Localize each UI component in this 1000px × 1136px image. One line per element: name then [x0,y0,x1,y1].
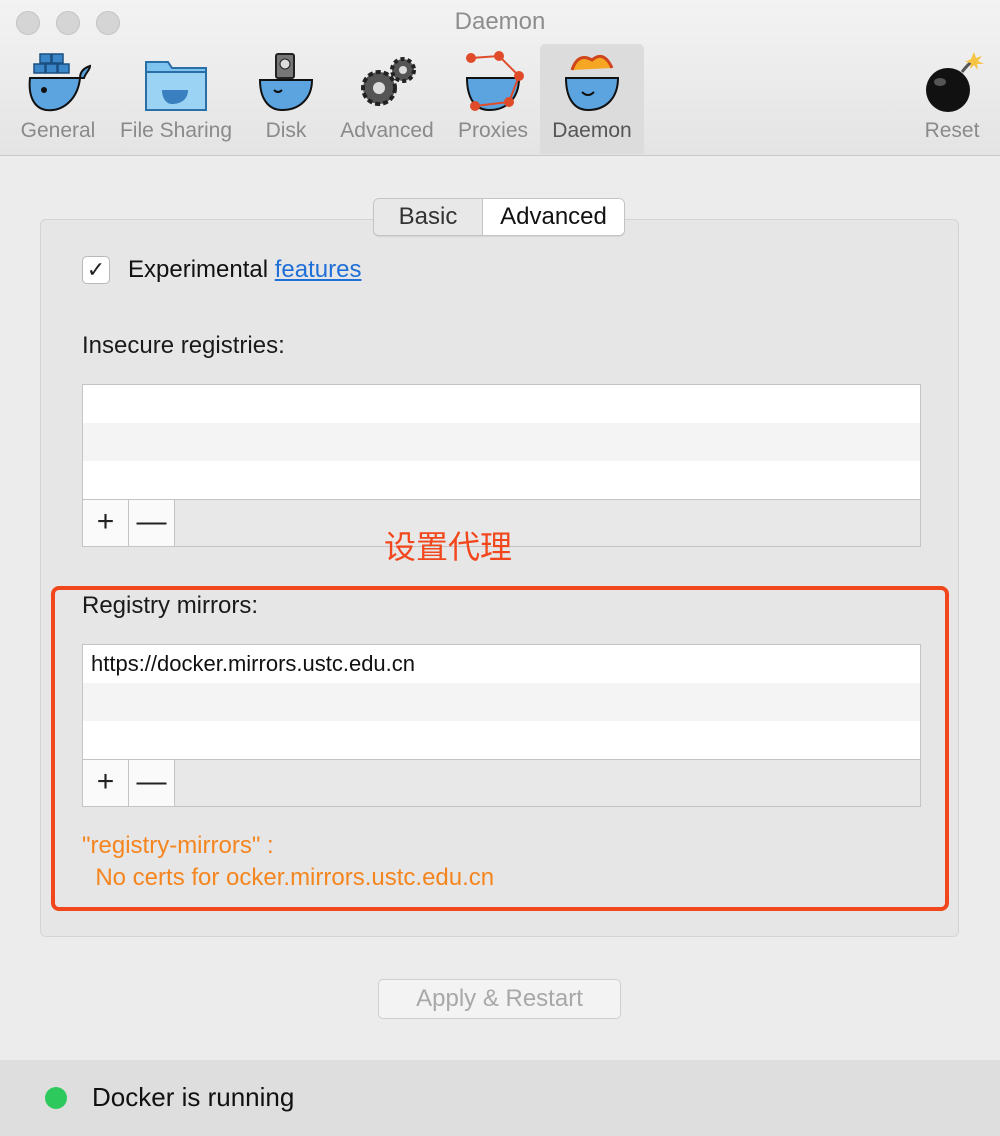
list-item[interactable] [83,385,920,423]
remove-insecure-registry-button[interactable]: — [129,500,175,546]
toolbar-item-proxies[interactable]: Proxies [450,44,536,154]
bomb-icon [926,52,984,112]
experimental-label: Experimental features [128,256,361,284]
toolbar-label-advanced: Advanced [340,119,434,142]
toolbar-label-proxies: Proxies [457,119,529,142]
toolbar-label-general: General [20,119,96,142]
features-link[interactable]: features [275,256,362,283]
window-title: Daemon [454,8,546,35]
toolbar-item-advanced[interactable]: Advanced [332,44,442,154]
experimental-text: Experimental [128,256,269,283]
whale-containers-icon [28,53,92,112]
toolbar-item-disk[interactable]: Disk [250,44,322,154]
add-insecure-registry-button[interactable]: + [83,500,129,546]
insecure-registries-label: Insecure registries: [82,332,285,359]
annotation-highlight-box [51,586,949,911]
whale-disk-icon [258,53,314,112]
whale-devil-icon [564,54,620,112]
toolbar-label-reset: Reset [924,119,980,142]
apply-restart-button[interactable]: Apply & Restart [378,979,621,1019]
toolbar: Daemon General File Sharing Disk Advance… [0,0,1000,156]
gears-icon [361,57,416,106]
toolbar-label-disk: Disk [265,119,307,142]
toolbar-label-daemon: Daemon [552,119,632,142]
annotation-text: 设置代理 [384,529,513,565]
toolbar-item-file-sharing[interactable]: File Sharing [112,44,240,154]
status-text: Docker is running [92,1082,295,1112]
list-item[interactable] [83,461,920,499]
toolbar-item-daemon[interactable]: Daemon [540,44,644,154]
toolbar-item-general[interactable]: General [14,44,102,154]
status-running-indicator [45,1087,67,1109]
toolbar-label-file-sharing: File Sharing [119,119,233,142]
experimental-checkbox[interactable]: ✓ [82,256,110,284]
list-item[interactable] [83,423,920,461]
tab-basic[interactable]: Basic [374,199,483,235]
whale-network-icon [465,51,524,112]
tab-advanced[interactable]: Advanced [483,199,624,235]
reset-button[interactable]: Reset [912,44,992,154]
basic-advanced-segmented-control: Basic Advanced [373,198,625,236]
folder-whale-icon [145,61,207,111]
status-bar: Docker is running [0,1060,1000,1136]
